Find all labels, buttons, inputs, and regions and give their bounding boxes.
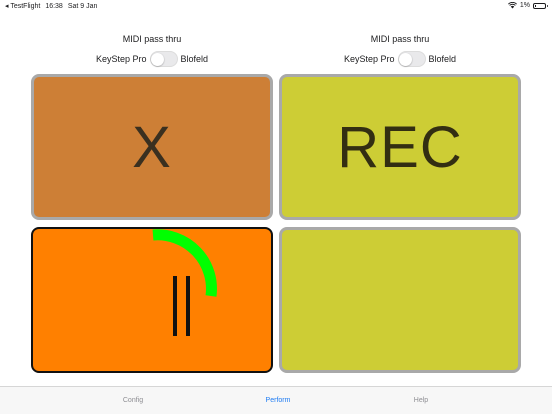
tab-bar: Config Perform Help [0, 386, 552, 414]
wifi-icon [507, 2, 517, 9]
record-pad-button[interactable]: REC [279, 74, 521, 220]
empty-pad-button[interactable] [279, 227, 521, 373]
pause-pad-button[interactable] [31, 227, 273, 373]
back-to-app-link[interactable]: ◂ TestFlight [5, 2, 40, 10]
tab-config[interactable]: Config [103, 397, 163, 404]
status-bar: ◂ TestFlight 16:38 Sat 9 Jan 1% [0, 0, 552, 12]
status-date: Sat 9 Jan [67, 2, 98, 10]
keystep-pro-label: KeyStep Pro [95, 54, 147, 64]
pad-rec-label: REC [337, 114, 463, 180]
midi-pass-thru-toggle[interactable] [149, 51, 178, 67]
keystep-pro-label: KeyStep Pro [343, 54, 395, 64]
midi-pass-thru-title: MIDI pass thru [122, 34, 182, 44]
blofeld-label: Blofeld [428, 54, 457, 64]
midi-pass-thru-group-1: MIDI pass thru KeyStep Pro Blofeld [62, 33, 242, 67]
status-time: 16:38 [45, 2, 63, 10]
blofeld-label: Blofeld [180, 54, 209, 64]
clear-pad-button[interactable]: X [31, 74, 273, 220]
tab-perform[interactable]: Perform [248, 397, 308, 404]
battery-icon [533, 2, 548, 9]
pad-x-label: X [132, 114, 172, 180]
pause-bar-left [173, 276, 177, 336]
midi-pass-thru-toggle[interactable] [397, 51, 426, 67]
pause-bar-right [186, 276, 190, 336]
battery-percent: 1% [519, 2, 530, 9]
progress-arc [152, 229, 217, 297]
pause-icon [173, 276, 197, 336]
tab-help[interactable]: Help [391, 397, 451, 404]
toggle-knob [151, 52, 164, 66]
back-app-label: TestFlight [10, 3, 41, 10]
toggle-knob [399, 52, 412, 66]
midi-pass-thru-title: MIDI pass thru [370, 34, 430, 44]
midi-pass-thru-group-2: MIDI pass thru KeyStep Pro Blofeld [310, 33, 490, 67]
